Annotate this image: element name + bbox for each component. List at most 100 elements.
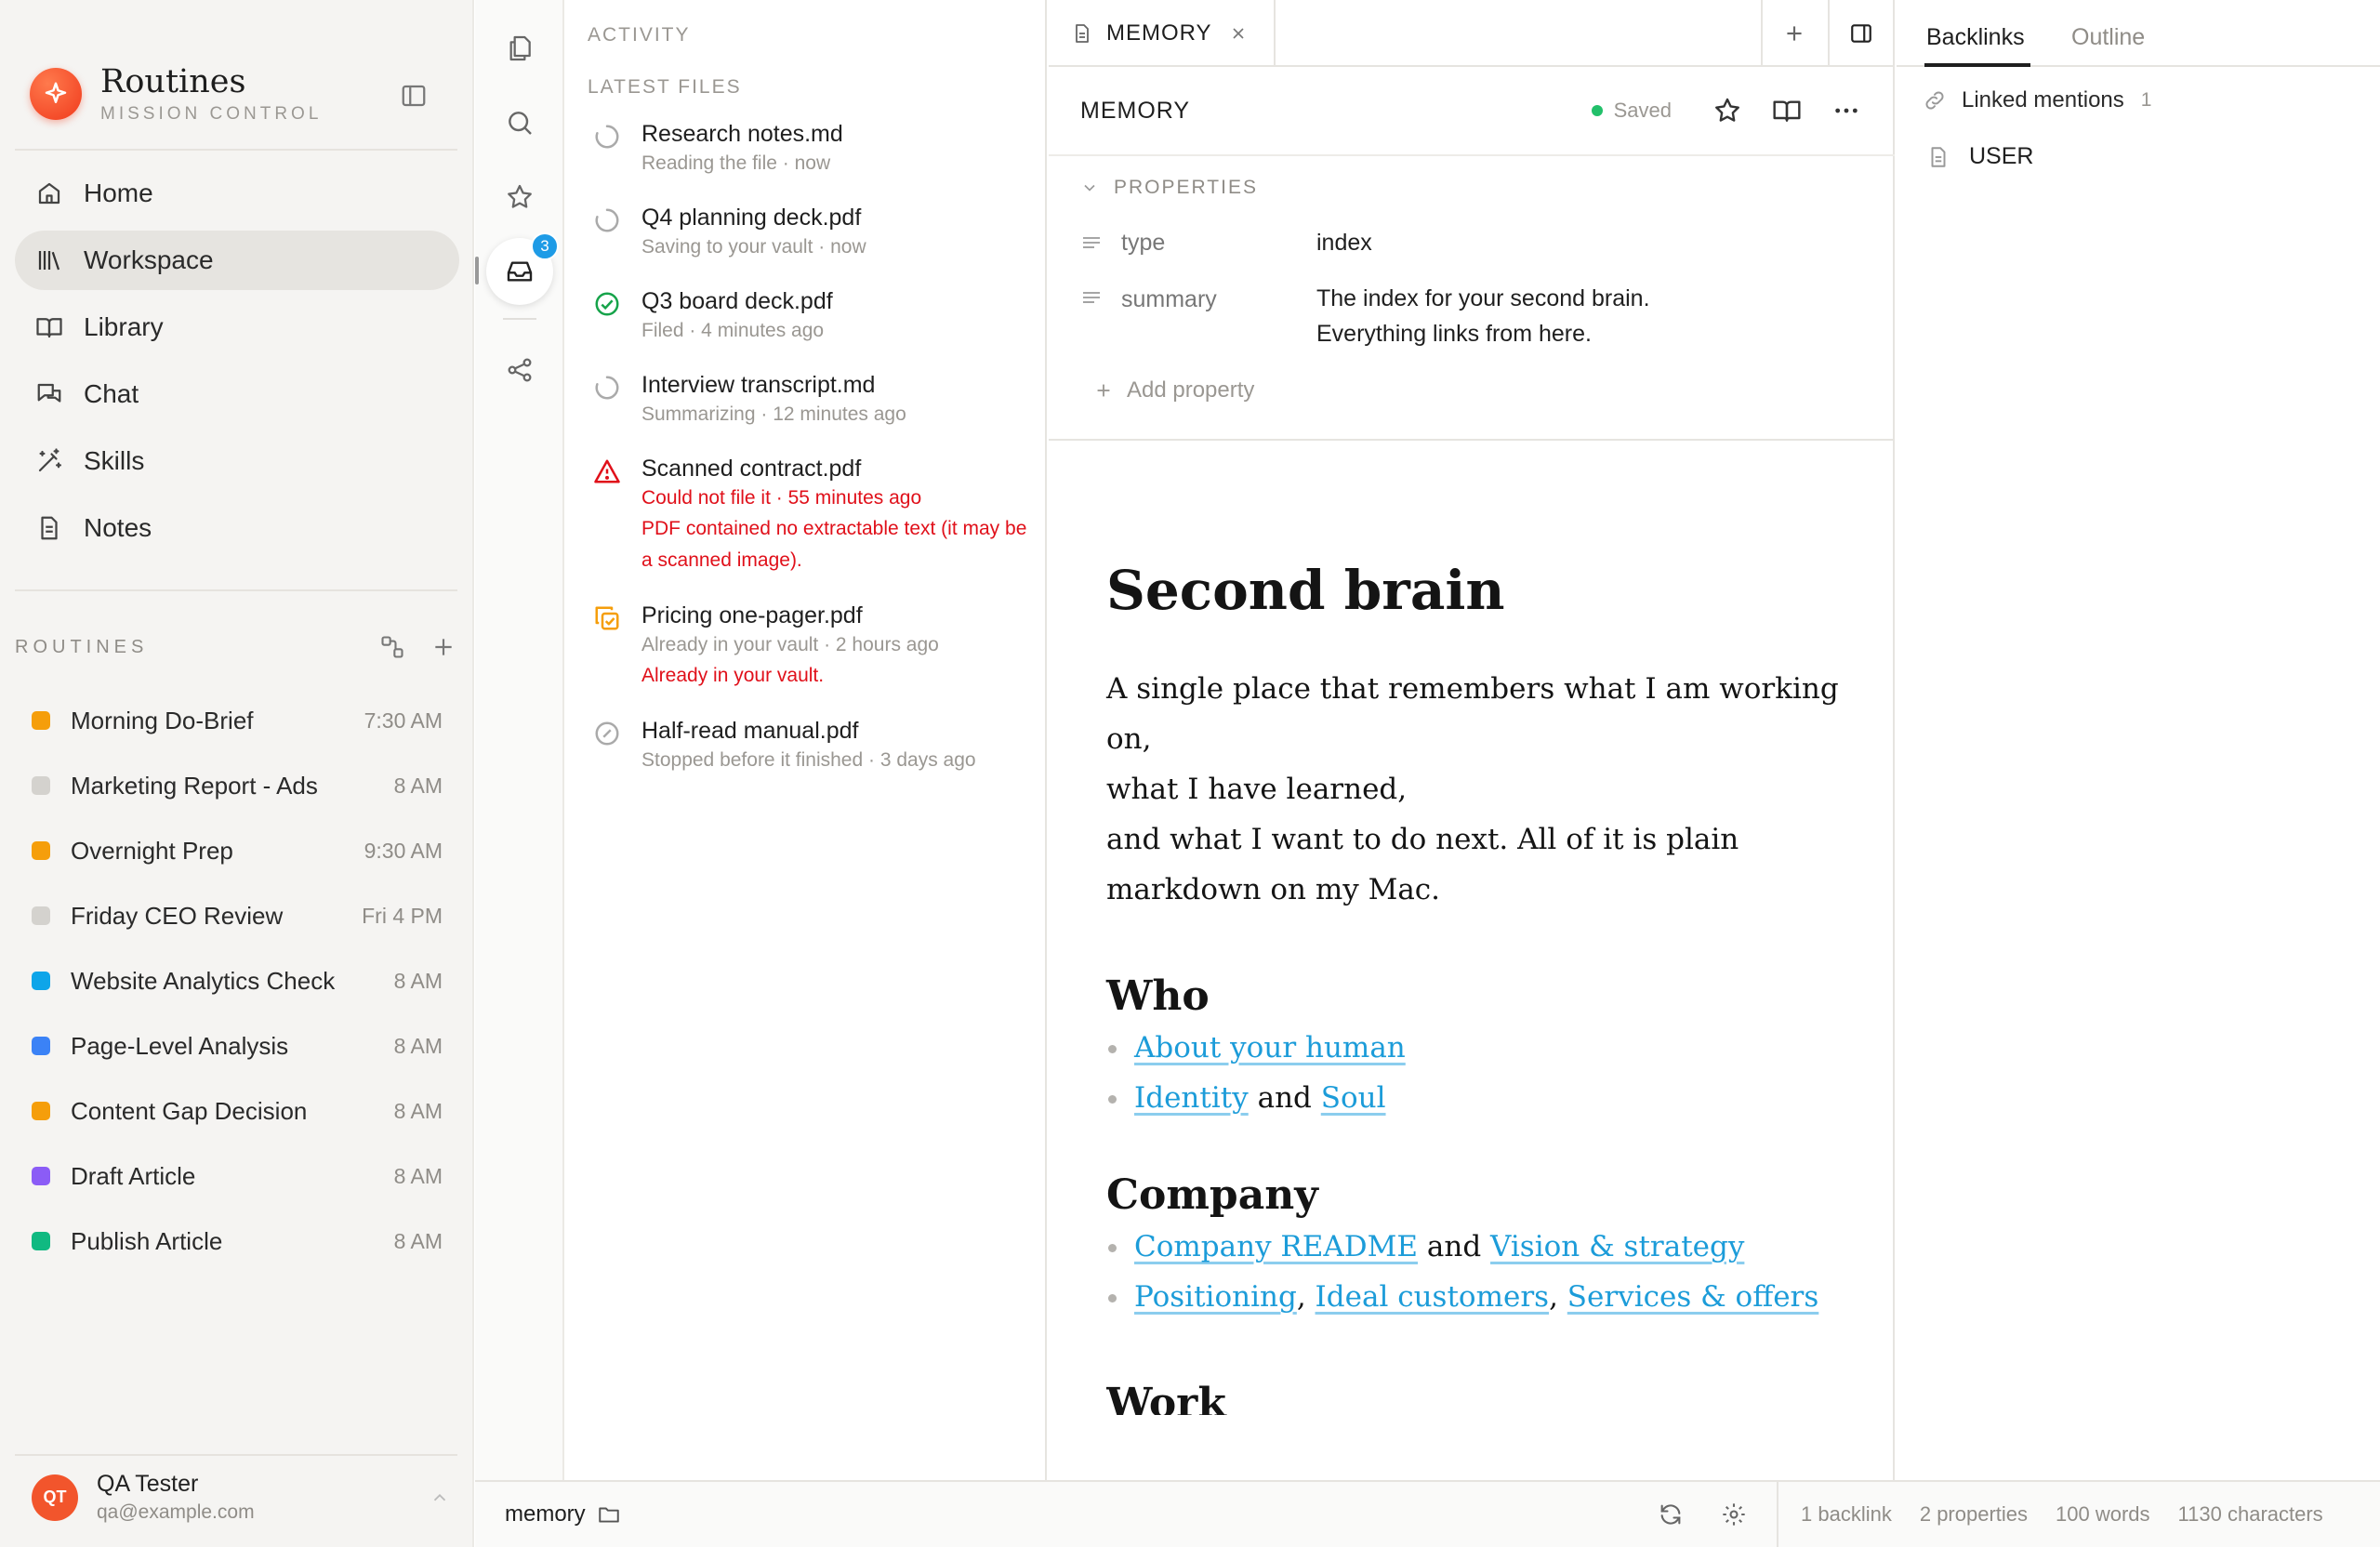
file-item[interactable]: Q4 planning deck.pdf Saving to your vault… <box>593 203 1030 262</box>
wiki-link[interactable]: Vision & strategy <box>1490 1230 1744 1263</box>
inbox-button[interactable]: 3 <box>486 232 559 305</box>
star-button[interactable] <box>1698 96 1757 126</box>
routine-item[interactable]: Website Analytics Check 8 AM <box>32 948 443 1013</box>
document-body[interactable]: Second brain A single place that remembe… <box>1106 558 1850 1415</box>
new-tab-button[interactable] <box>1761 0 1826 67</box>
property-value[interactable]: index <box>1316 225 1837 260</box>
file-name: Half-read manual.pdf <box>641 718 859 744</box>
nav-label: Workspace <box>84 245 214 274</box>
routine-item[interactable]: Friday CEO Review Fri 4 PM <box>32 883 443 948</box>
nav-label: Home <box>84 178 153 207</box>
main-nav: Home Workspace Library Chat Skills Notes <box>15 164 459 565</box>
file-item[interactable]: Q3 board deck.pdf Filed · 4 minutes ago <box>593 286 1030 346</box>
nav-item-workspace[interactable]: Workspace <box>15 231 459 290</box>
document-icon <box>1931 146 1946 167</box>
wiki-link[interactable]: About your human <box>1134 1031 1406 1064</box>
routine-time: 8 AM <box>393 1228 443 1253</box>
nav-item-skills[interactable]: Skills <box>15 431 459 491</box>
doc-text: A single place that remembers what I am … <box>1106 672 1839 756</box>
routine-list: Morning Do-Brief 7:30 AM Marketing Report … <box>32 688 443 1274</box>
routine-time: 8 AM <box>393 773 443 798</box>
file-item[interactable]: Research notes.md Reading the file · now <box>593 119 1030 178</box>
toggle-right-panel-button[interactable] <box>1828 0 1893 67</box>
backlink-item[interactable]: USER <box>1926 143 2033 170</box>
settings-button[interactable] <box>1721 1501 1747 1527</box>
reading-mode-button[interactable] <box>1757 96 1817 126</box>
nav-label: Chat <box>84 379 139 408</box>
active-tab-underline <box>1924 63 2030 67</box>
routine-flow-icon[interactable] <box>379 634 405 660</box>
saved-dot <box>1591 105 1603 116</box>
wiki-link[interactable]: Positioning <box>1134 1280 1297 1314</box>
routine-item[interactable]: Content Gap Decision 8 AM <box>32 1078 443 1144</box>
property-row[interactable]: type index <box>1080 225 1837 260</box>
nav-label: Library <box>84 312 164 341</box>
routine-time: 8 AM <box>393 1098 443 1123</box>
nav-item-library[interactable]: Library <box>15 298 459 357</box>
tab-outline[interactable]: Outline <box>2071 24 2145 51</box>
nav-item-notes[interactable]: Notes <box>15 498 459 558</box>
status-divider <box>1777 1482 1778 1547</box>
sync-button[interactable] <box>1658 1501 1684 1527</box>
routine-item[interactable]: Overnight Prep 9:30 AM <box>32 818 443 883</box>
search-button[interactable] <box>492 95 548 151</box>
linked-mentions-header[interactable]: Linked mentions 1 <box>1923 87 2151 113</box>
tab-backlinks[interactable]: Backlinks <box>1926 24 2025 51</box>
favorites-button[interactable] <box>492 169 548 225</box>
file-item[interactable]: Interview transcript.md Summarizing · 12 … <box>593 370 1030 430</box>
files-button[interactable] <box>492 20 548 76</box>
brand[interactable]: Routines MISSION CONTROL <box>30 63 322 125</box>
user-account[interactable]: QT QA Tester qa@example.com <box>32 1471 450 1524</box>
path-breadcrumb[interactable]: memory <box>505 1501 621 1527</box>
save-status: Saved <box>1591 99 1672 123</box>
routine-time: 7:30 AM <box>364 707 443 733</box>
tab-memory[interactable]: MEMORY <box>1049 0 1276 67</box>
active-marker <box>475 257 479 284</box>
file-error-message: PDF contained no extractable text (it ma… <box>641 518 1027 571</box>
wiki-link[interactable]: Company README <box>1134 1230 1418 1263</box>
property-value[interactable]: The index for your second brain. Everyth… <box>1316 281 1707 351</box>
routine-time: Fri 4 PM <box>362 903 443 928</box>
file-item[interactable]: Pricing one-pager.pdf Already in your vau… <box>593 601 1030 692</box>
routine-name: Publish Article <box>71 1226 223 1255</box>
user-email: qa@example.com <box>97 1501 255 1523</box>
file-item[interactable]: Scanned contract.pdf Could not file it · … <box>593 454 1030 576</box>
more-options-button[interactable] <box>1817 96 1876 126</box>
wiki-link[interactable]: Soul <box>1321 1081 1386 1115</box>
routine-item[interactable]: Marketing Report - Ads 8 AM <box>32 753 443 818</box>
doc-section-heading: Company <box>1106 1171 1318 1219</box>
add-property-button[interactable]: Add property <box>1093 377 1254 403</box>
property-row[interactable]: summary The index for your second brain.… <box>1080 281 1707 351</box>
doc-list: Company README and Vision & strategy Pos… <box>1106 1222 1850 1322</box>
icon-rail: 3 <box>475 0 564 1480</box>
routine-item[interactable]: Publish Article 8 AM <box>32 1209 443 1274</box>
chevron-up-icon[interactable] <box>430 1488 450 1508</box>
status-bar: memory 1 backlink 2 properties 100 words… <box>475 1480 2380 1547</box>
properties-toggle[interactable]: PROPERTIES <box>1080 177 1258 199</box>
saved-label: Saved <box>1613 99 1672 122</box>
routine-item[interactable]: Morning Do-Brief 7:30 AM <box>32 688 443 753</box>
wiki-link[interactable]: Identity <box>1134 1081 1249 1115</box>
nav-item-chat[interactable]: Chat <box>15 364 459 424</box>
backlinks-tabs: Backlinks Outline <box>1897 0 2380 67</box>
graph-button[interactable] <box>492 342 548 398</box>
user-name: QA Tester <box>97 1471 199 1497</box>
note-file-icon <box>33 512 65 544</box>
spinner-icon <box>593 206 621 234</box>
list-item: Identity and Soul <box>1106 1073 1850 1123</box>
add-routine-icon[interactable] <box>431 635 456 659</box>
file-status: Could not file it · 55 minutes ago <box>641 487 922 509</box>
routine-item[interactable]: Draft Article 8 AM <box>32 1144 443 1209</box>
wiki-link[interactable]: Services & offers <box>1567 1280 1819 1314</box>
sparkle-logo-icon <box>30 68 82 120</box>
wiki-link[interactable]: Ideal customers <box>1316 1280 1550 1314</box>
collapse-sidebar-button[interactable] <box>400 82 428 110</box>
routine-item[interactable]: Page-Level Analysis 8 AM <box>32 1013 443 1078</box>
file-item[interactable]: Half-read manual.pdf Stopped before it fi… <box>593 716 1030 775</box>
routine-time: 8 AM <box>393 1163 443 1188</box>
duplicate-copy-icon <box>593 604 621 632</box>
close-icon[interactable] <box>1229 24 1248 43</box>
routine-color-dot <box>32 1232 50 1250</box>
home-icon <box>33 178 65 209</box>
nav-item-home[interactable]: Home <box>15 164 459 223</box>
